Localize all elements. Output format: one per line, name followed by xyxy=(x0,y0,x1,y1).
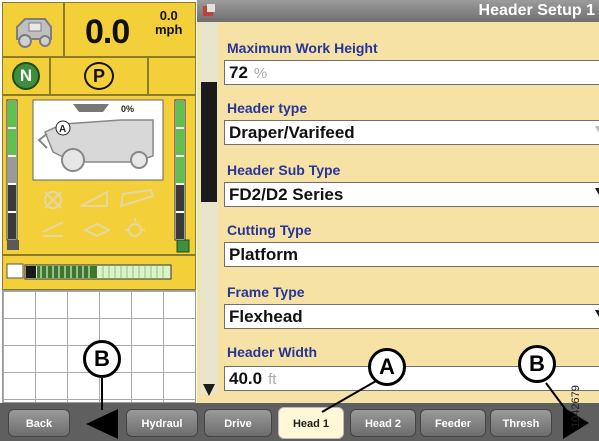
scroll-down-arrow-icon[interactable] xyxy=(202,382,216,398)
tab-thresh[interactable]: Thresh xyxy=(490,409,552,437)
ground-speed-readout: 0.0 0.0 mph xyxy=(64,2,196,57)
max-work-height-label: Maximum Work Height xyxy=(227,40,378,56)
chopper-icon xyxy=(119,188,155,208)
header-sub-type-value: FD2/D2 Series xyxy=(229,185,344,204)
dropdown-arrow-icon xyxy=(595,310,599,317)
frame-type-dropdown[interactable]: Flexhead xyxy=(224,304,599,329)
speed-value: 0.0 xyxy=(85,13,130,51)
tab-head-1[interactable]: Head 1 xyxy=(278,407,344,439)
page-title: Header Setup 1 xyxy=(478,2,595,19)
rotate-icon xyxy=(82,222,112,238)
header-width-unit: ft xyxy=(268,371,277,388)
cutting-type-label: Cutting Type xyxy=(227,222,312,238)
tab-drive[interactable]: Drive xyxy=(204,409,272,437)
grain-tank-gauge xyxy=(6,263,172,280)
grain-tank-cell xyxy=(2,255,196,290)
tab-hydraulics[interactable]: Hydraul xyxy=(126,409,198,437)
title-bar: Header Setup 1 xyxy=(197,0,599,22)
machine-status-cell: 0% A xyxy=(2,95,196,255)
fuel-icon xyxy=(176,239,190,253)
tab-head-2[interactable]: Head 2 xyxy=(350,409,416,437)
header-fill-percent: 0% xyxy=(121,104,134,114)
scrollbar[interactable] xyxy=(200,22,218,396)
header-type-label: Header type xyxy=(227,100,308,116)
fan-icon xyxy=(44,191,62,209)
light-icon xyxy=(125,218,145,237)
cutting-type-dropdown[interactable]: Platform xyxy=(224,242,599,267)
speed-small-value: 0.0 xyxy=(159,8,178,23)
speed-unit: mph xyxy=(155,22,183,37)
machine-label: A xyxy=(59,124,66,135)
park-indicator: P xyxy=(84,62,114,90)
combine-speed-icon xyxy=(16,18,52,48)
combine-display: 0.0 0.0 mph N P 0% A Header Setup 1 Maxi… xyxy=(0,0,599,441)
setup-icon xyxy=(203,4,215,16)
frame-type-label: Frame Type xyxy=(227,284,305,300)
header-type-value: Draper/Varifeed xyxy=(229,123,355,142)
header-height-icon xyxy=(73,104,109,112)
speed-icon-cell xyxy=(2,2,64,57)
sieve-icon xyxy=(80,190,108,207)
dropdown-arrow-icon xyxy=(595,126,599,133)
spreader-icon xyxy=(42,221,64,237)
dropdown-arrow-icon xyxy=(595,188,599,195)
left-arrow-icon[interactable] xyxy=(82,407,122,441)
callout-b-right: B xyxy=(518,345,556,383)
header-type-dropdown[interactable]: Draper/Varifeed xyxy=(224,120,599,145)
header-sub-type-label: Header Sub Type xyxy=(227,162,341,178)
scroll-thumb[interactable] xyxy=(201,82,217,202)
lock-icon xyxy=(7,240,19,250)
neutral-indicator-cell: N xyxy=(2,57,50,95)
tab-feeder[interactable]: Feeder xyxy=(420,409,486,437)
header-width-label: Header Width xyxy=(227,344,318,360)
max-work-height-unit: % xyxy=(253,65,268,82)
figure-number: 1042679 xyxy=(570,385,582,428)
speed-unit-block: 0.0 mph xyxy=(155,9,182,37)
callout-a: A xyxy=(368,348,406,386)
grain-tank-icon xyxy=(6,263,24,279)
neutral-indicator: N xyxy=(12,62,40,90)
right-level-bar xyxy=(174,99,186,241)
left-level-bar xyxy=(6,99,18,241)
header-setup-panel: Header Setup 1 Maximum Work Height 72% H… xyxy=(197,0,599,403)
header-sub-type-dropdown[interactable]: FD2/D2 Series xyxy=(224,182,599,207)
max-work-height-field[interactable]: 72% xyxy=(224,60,599,85)
max-work-height-value: 72 xyxy=(229,63,248,82)
callout-b-left: B xyxy=(83,340,121,378)
machine-status-graphic: 0% A xyxy=(6,99,190,253)
header-width-value: 40.0 xyxy=(229,369,263,388)
frame-type-value: Flexhead xyxy=(229,307,303,326)
empty-indicator-cell xyxy=(148,57,196,95)
park-indicator-cell: P xyxy=(50,57,148,95)
back-button[interactable]: Back xyxy=(8,409,70,437)
cutting-type-value: Platform xyxy=(229,245,298,264)
